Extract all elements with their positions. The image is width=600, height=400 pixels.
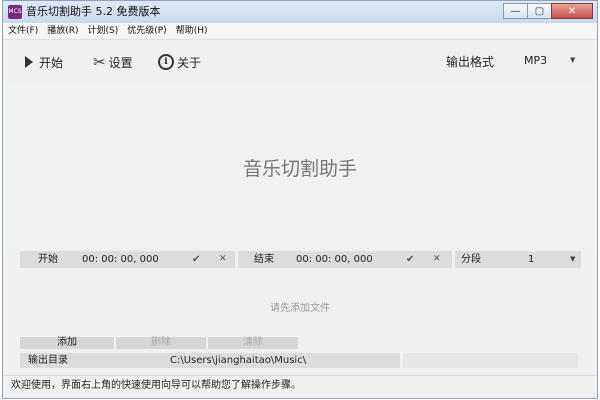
chevron-down-icon[interactable]: ▼ (570, 251, 575, 268)
end-time-label: 结束 (254, 254, 274, 265)
maximize-button[interactable]: ▢ (527, 3, 552, 19)
split-label: 分段 (461, 254, 481, 265)
about-button[interactable]: i 关于 (158, 53, 201, 71)
window-controls: — ▢ ✕ (503, 3, 593, 20)
start-time-label: 开始 (38, 254, 58, 265)
start-confirm-icon[interactable]: ✔ (192, 251, 200, 268)
end-time-panel: 结束 00: 00: 00, 000 ✔ ✕ (238, 251, 452, 268)
start-time-panel: 开始 00: 00: 00, 000 ✔ ✕ (20, 251, 235, 268)
chevron-down-icon[interactable]: ▼ (570, 56, 575, 64)
close-button[interactable]: ✕ (551, 3, 593, 19)
start-button[interactable]: 开始 (25, 53, 63, 71)
info-icon: i (158, 54, 174, 70)
start-label: 开始 (39, 55, 64, 70)
start-time-input[interactable]: 00: 00: 00, 000 (82, 251, 159, 268)
output-format-label: 输出格式 (446, 55, 495, 69)
menu-file[interactable]: 文件(F) (3, 23, 42, 39)
menu-priority[interactable]: 优先级(P) (122, 23, 170, 39)
menu-schedule[interactable]: 计划(S) (82, 23, 122, 39)
end-time-input[interactable]: 00: 00: 00, 000 (296, 251, 373, 268)
start-clear-icon[interactable]: ✕ (219, 251, 227, 268)
add-file-hint: 请先添加文件 (270, 303, 330, 314)
split-count-select[interactable]: 1 (528, 251, 534, 268)
tools-icon: ✂ (93, 53, 106, 71)
app-window: MCS 音乐切割助手 5.2 免费版本 — ▢ ✕ 文件(F) 播放(R) 计划… (2, 0, 598, 399)
browse-directory-button[interactable] (403, 353, 578, 368)
file-drop-area[interactable]: 音乐切割助手 (3, 84, 597, 246)
title-bar[interactable]: MCS 音乐切割助手 5.2 免费版本 — ▢ ✕ (3, 1, 597, 24)
delete-button[interactable]: 删除 (116, 337, 206, 349)
toolbar: 开始 ✂ 设置 i 关于 (3, 40, 597, 84)
settings-label: 设置 (108, 55, 133, 70)
play-icon (25, 56, 33, 68)
menu-help[interactable]: 帮助(H) (171, 23, 212, 39)
output-directory-row: 输出目录 C:\Users\jianghaitao\Music\ (20, 353, 400, 368)
end-clear-icon[interactable]: ✕ (433, 251, 441, 268)
about-label: 关于 (177, 55, 202, 70)
output-directory-path[interactable]: C:\Users\jianghaitao\Music\ (170, 353, 306, 368)
window-title: 音乐切割助手 5.2 免费版本 (26, 5, 161, 18)
minimize-button[interactable]: — (503, 3, 528, 19)
output-directory-label: 输出目录 (28, 355, 68, 366)
menu-play[interactable]: 播放(R) (42, 23, 82, 39)
add-button[interactable]: 添加 (20, 337, 114, 349)
drop-area-title: 音乐切割助手 (242, 158, 357, 180)
menu-bar: 文件(F) 播放(R) 计划(S) 优先级(P) 帮助(H) (3, 23, 597, 40)
status-bar: 欢迎使用，界面右上角的快速使用向导可以帮助您了解操作步骤。 (3, 375, 597, 397)
end-confirm-icon[interactable]: ✔ (406, 251, 414, 268)
settings-button[interactable]: ✂ 设置 (93, 53, 133, 71)
output-format-select[interactable]: MP3 (524, 54, 547, 67)
split-panel[interactable]: 分段 1 ▼ (455, 251, 581, 268)
app-icon: MCS (8, 5, 22, 19)
clear-button[interactable]: 清除 (208, 337, 298, 349)
